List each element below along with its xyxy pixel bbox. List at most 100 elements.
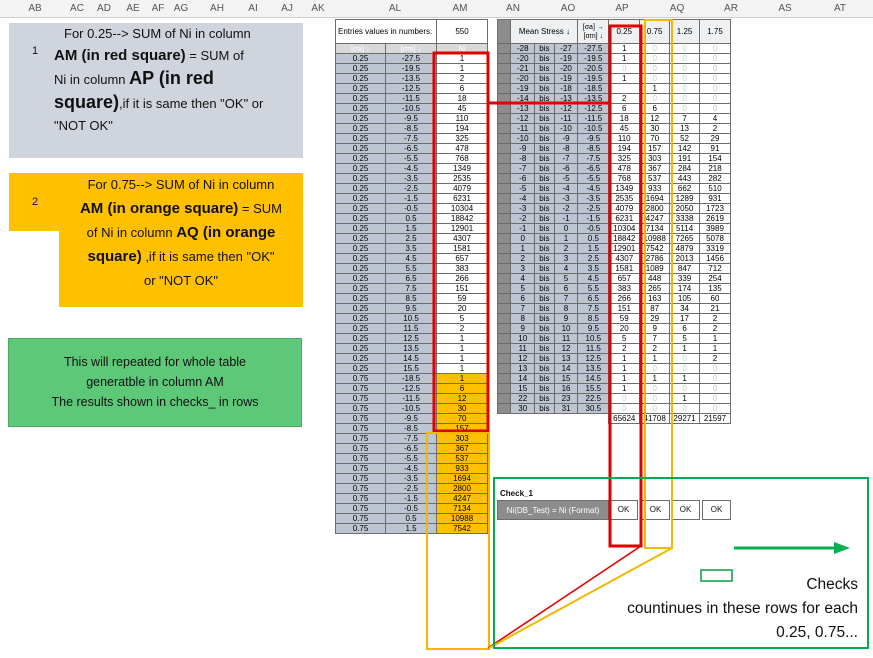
table2-cell[interactable]: -7	[510, 163, 536, 174]
table1-cell[interactable]: -9.5	[384, 113, 438, 124]
table2-cell[interactable]: 13	[553, 353, 579, 364]
table2-cell[interactable]: 16	[553, 383, 579, 394]
table2-cell[interactable]: 174	[669, 283, 700, 294]
table1-cell[interactable]: 325	[436, 133, 489, 144]
table2-cell[interactable]: 29	[639, 313, 671, 324]
table1-header-cell[interactable]: [σa] ↓	[335, 43, 386, 54]
table2-cell[interactable]: 12	[639, 113, 671, 124]
table1-cell[interactable]: 6	[436, 383, 489, 394]
table2-cell[interactable]: bis	[534, 253, 555, 264]
table2-cell[interactable]: 1	[608, 73, 641, 84]
table2-cell[interactable]: -7	[553, 153, 579, 164]
table2-cell[interactable]: 2	[699, 123, 731, 134]
table1-cell[interactable]: 1	[436, 53, 489, 64]
table2-cell[interactable]: 933	[639, 183, 671, 194]
table1-cell[interactable]: 0.25	[335, 93, 386, 104]
table2-cell[interactable]: bis	[534, 63, 555, 74]
table1-cell[interactable]: 3.5	[384, 243, 438, 254]
table2-cell[interactable]: -19	[510, 83, 536, 94]
table2-cell[interactable]: 1	[608, 373, 641, 384]
table1-cell[interactable]: -6.5	[384, 443, 438, 454]
table2-cell[interactable]: bis	[534, 53, 555, 64]
table2-cell[interactable]: bis	[534, 263, 555, 274]
table1-cell[interactable]: 0.25	[335, 183, 386, 194]
table2-cell[interactable]: 303	[639, 153, 671, 164]
table2-cell[interactable]: -1.5	[577, 213, 610, 224]
table2-cell[interactable]: 662	[669, 183, 700, 194]
table2-cell[interactable]: 2	[699, 353, 731, 364]
table2-cell[interactable]: 0	[669, 43, 700, 54]
table2-cell[interactable]: 0	[669, 83, 700, 94]
table1-cell[interactable]: 0.25	[335, 103, 386, 114]
table2-cell[interactable]: 265	[639, 283, 671, 294]
table2-cell[interactable]: 8.5	[577, 313, 610, 324]
table2-cell[interactable]: 1	[669, 373, 700, 384]
table1-cell[interactable]: 12	[436, 393, 489, 404]
table1-cell[interactable]: 8.5	[384, 293, 438, 304]
table2-cell[interactable]: -13.5	[577, 93, 610, 104]
table2-cell[interactable]: -4	[510, 193, 536, 204]
table2-cell[interactable]: 0	[608, 403, 641, 414]
table1-cell[interactable]: 1	[436, 343, 489, 354]
table2-cell[interactable]: 0	[699, 373, 731, 384]
table2-cell[interactable]: 0	[553, 223, 579, 234]
table2-total-cell[interactable]: 41708	[639, 413, 671, 424]
table2-cell[interactable]: 1	[608, 53, 641, 64]
table1-cell[interactable]: 0.75	[335, 463, 386, 474]
table2-cell[interactable]: 7	[639, 333, 671, 344]
table1-cell[interactable]: 0.75	[335, 473, 386, 484]
table2-cell[interactable]: 105	[669, 293, 700, 304]
table1-cell[interactable]: 5.5	[384, 263, 438, 274]
table2-cell[interactable]: 14	[553, 363, 579, 374]
table2-cell[interactable]: 1.5	[577, 243, 610, 254]
table2-cell[interactable]: -21	[510, 63, 536, 74]
table2-cell[interactable]: 17	[669, 313, 700, 324]
table1-cell[interactable]: -6.5	[384, 143, 438, 154]
table2-cell[interactable]: 194	[608, 143, 641, 154]
table2-cell[interactable]: -13	[510, 103, 536, 114]
table2-cell[interactable]: -5.5	[577, 173, 610, 184]
table2-cell[interactable]: 5	[669, 333, 700, 344]
table1-cell[interactable]: 70	[436, 413, 489, 424]
table1-cell[interactable]: 0.5	[384, 213, 438, 224]
table1-cell[interactable]: 7542	[436, 523, 489, 534]
table1-cell[interactable]: 18	[436, 93, 489, 104]
table2-cell[interactable]: 12901	[608, 243, 641, 254]
column-header-as[interactable]: AS	[778, 0, 791, 18]
table2-cell[interactable]: 1	[699, 333, 731, 344]
check-result-ok[interactable]: OK	[609, 500, 638, 520]
table2-cell[interactable]: 29	[699, 133, 731, 144]
table2-cell[interactable]: 34	[669, 303, 700, 314]
table2-cell[interactable]: 7.5	[577, 303, 610, 314]
table2-cell[interactable]: -20	[553, 63, 579, 74]
table1-cell[interactable]: 0.75	[335, 423, 386, 434]
table2-cell[interactable]: 510	[699, 183, 731, 194]
table2-cell[interactable]: -1	[553, 213, 579, 224]
table1-cell[interactable]: 0.25	[335, 363, 386, 374]
table2-cell[interactable]: -6	[553, 163, 579, 174]
table2-cell[interactable]: 45	[608, 123, 641, 134]
table1-cell[interactable]: 14.5	[384, 353, 438, 364]
table1-cell[interactable]: 2	[436, 73, 489, 84]
table2-cell[interactable]: 0	[669, 353, 700, 364]
column-header-ah[interactable]: AH	[210, 0, 224, 18]
table2-cell[interactable]: 12	[553, 343, 579, 354]
table2-cell[interactable]: bis	[534, 303, 555, 314]
table2-cell[interactable]: -2	[553, 203, 579, 214]
table1-cell[interactable]: 0.25	[335, 83, 386, 94]
table2-cell[interactable]: 0	[639, 43, 671, 54]
table1-cell[interactable]: 768	[436, 153, 489, 164]
table1-cell[interactable]: -10.5	[384, 103, 438, 114]
table2-cell[interactable]: bis	[534, 43, 555, 54]
table1-cell[interactable]: 10988	[436, 513, 489, 524]
table1-cell[interactable]: -3.5	[384, 473, 438, 484]
table1-cell[interactable]: 5	[436, 313, 489, 324]
table2-cell[interactable]: 847	[669, 263, 700, 274]
table2-cell[interactable]: -19.5	[577, 73, 610, 84]
column-header-ao[interactable]: AO	[561, 0, 575, 18]
table1-cell[interactable]: -10.5	[384, 403, 438, 414]
table2-cell[interactable]: 254	[699, 273, 731, 284]
table2-cell[interactable]: 367	[639, 163, 671, 174]
table2-cell[interactable]: bis	[534, 143, 555, 154]
table1-cell[interactable]: 4079	[436, 183, 489, 194]
